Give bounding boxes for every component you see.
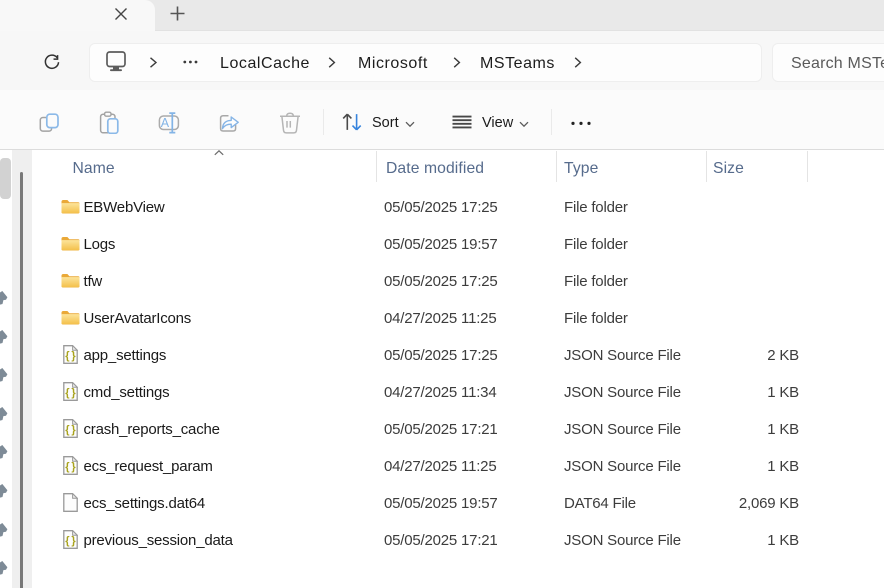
svg-text:{}: {} (65, 424, 77, 436)
svg-text:{}: {} (65, 350, 77, 362)
svg-text:{}: {} (65, 535, 77, 547)
svg-text:{}: {} (65, 461, 77, 473)
svg-text:{}: {} (65, 387, 77, 399)
svg-text:A: A (161, 116, 170, 130)
